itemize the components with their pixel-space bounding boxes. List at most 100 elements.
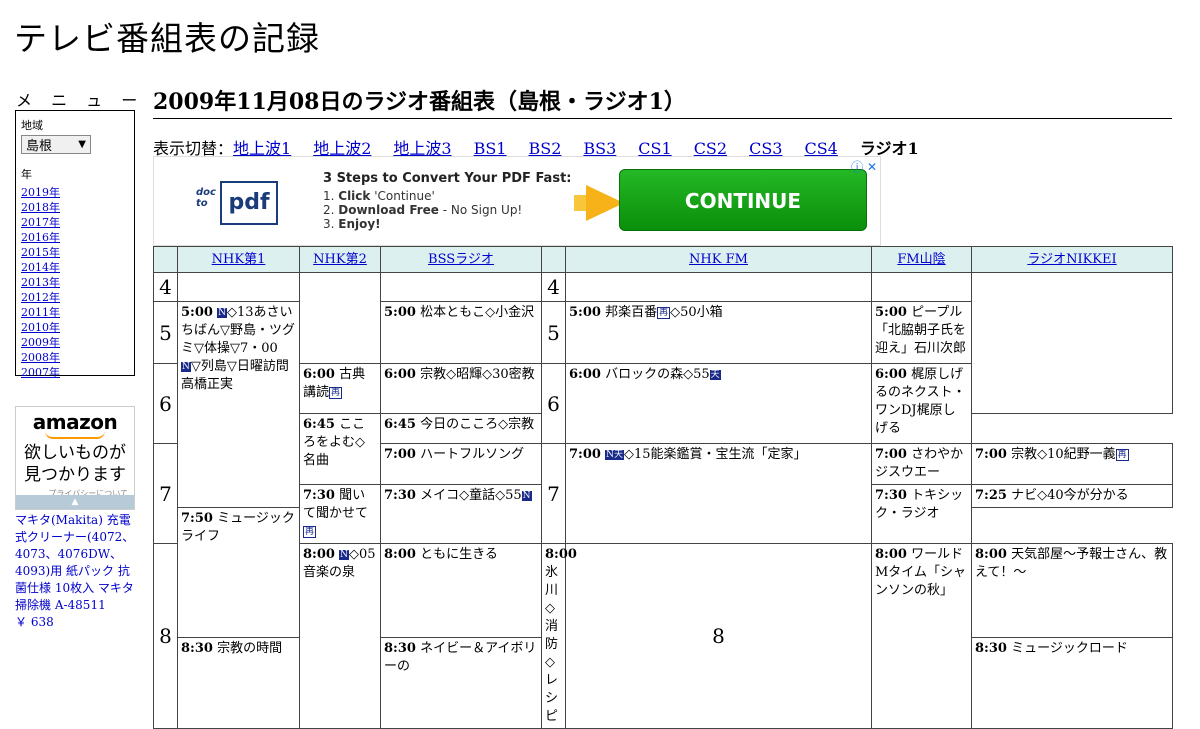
news-mark-icon: N bbox=[339, 550, 349, 560]
dropdown-arrow-icon: ▼ bbox=[78, 139, 86, 150]
hour-header bbox=[541, 246, 566, 273]
menu-box: 地域 島根 ▼ 年 2019年 2018年 2017年 2016年 2015年 … bbox=[15, 110, 135, 379]
menu-label: メ ニ ュ ー bbox=[16, 91, 145, 110]
logo-doc: doc bbox=[196, 187, 216, 198]
channel-header: FM山陰 bbox=[871, 246, 972, 273]
rerun-mark-icon: 再 bbox=[657, 307, 671, 319]
chevron-up-icon: ▲ bbox=[71, 497, 79, 507]
hour-cell: 5 bbox=[153, 301, 178, 364]
amazon-ad[interactable]: amazon 欲しいものが 見つかります プライバシーについて ▲ bbox=[15, 406, 135, 510]
hour-cell: 8 bbox=[565, 543, 872, 729]
news-mark-icon: N bbox=[521, 491, 532, 501]
amazon-logo: amazon bbox=[32, 410, 118, 434]
hour-cell: 6 bbox=[541, 363, 566, 444]
program-cell-empty bbox=[871, 272, 972, 302]
product-price: ￥ 638 bbox=[15, 615, 54, 629]
region-label: 地域 bbox=[21, 119, 43, 132]
ad-heading: 3 Steps to Convert Your PDF Fast: bbox=[323, 171, 572, 186]
program-cell: 7:30 トキシック・ラジオ bbox=[871, 484, 972, 544]
channel-link-fmsanin[interactable]: FM山陰 bbox=[897, 252, 945, 267]
program-cell: 5:00 N◇13あさいちばん▽野島・ツグミ▽体操▽7・00 N▽列島▽日曜訪問 … bbox=[177, 301, 302, 508]
product-link[interactable]: マキタ(Makita) 充電式クリーナー(4072、4073、4076DW、40… bbox=[15, 512, 140, 631]
news-mark-icon: N bbox=[181, 362, 191, 372]
news-mark-icon: N bbox=[217, 308, 227, 318]
program-cell: 8:00 ワールドMタイム「シャンソンの秋」 bbox=[871, 543, 972, 729]
year-link[interactable]: 2011年 bbox=[21, 305, 129, 320]
pdf-ad-banner[interactable]: doc to pdf 3 Steps to Convert Your PDF Fa… bbox=[153, 156, 881, 246]
channel-header: NHK FM bbox=[565, 246, 872, 273]
program-cell-empty bbox=[177, 272, 300, 302]
program-cell: 6:00 梶原しげるのネクスト・ワンDJ梶原しげる bbox=[871, 363, 972, 444]
program-cell-empty bbox=[299, 272, 381, 364]
channel-header: NHK第1 bbox=[177, 246, 300, 273]
rerun-mark-icon: 再 bbox=[303, 526, 317, 538]
product-title[interactable]: マキタ(Makita) 充電式クリーナー(4072、4073、4076DW、40… bbox=[15, 512, 140, 614]
region-select[interactable]: 島根 ▼ bbox=[21, 135, 91, 154]
program-cell: 6:00 バロックの森◇55天 bbox=[565, 363, 872, 444]
year-link[interactable]: 2018年 bbox=[21, 200, 129, 215]
program-cell: 6:00 古典講読再 bbox=[299, 363, 381, 414]
year-link[interactable]: 2007年 bbox=[21, 365, 129, 380]
program-cell: 5:00 邦楽百番再 ◇50小箱 bbox=[565, 301, 872, 364]
ad-collapse-bar[interactable]: ▲ bbox=[16, 495, 134, 509]
region-select-value: 島根 bbox=[26, 139, 53, 154]
site-title: テレビ番組表の記録 bbox=[14, 19, 320, 58]
program-cell: 7:30 メイコ◇童話◇55N bbox=[380, 484, 542, 544]
year-link[interactable]: 2012年 bbox=[21, 290, 129, 305]
year-link[interactable]: 2019年 bbox=[21, 185, 129, 200]
logo-pdf: pdf bbox=[220, 181, 278, 225]
logo-to: to bbox=[196, 198, 208, 209]
program-cell: 7:00 宗教◇10紀野一義再 bbox=[971, 443, 1173, 485]
program-grid: NHK第1 NHK第2 BSSラジオ NHK FM FM山陰 ラジオNIKKEI… bbox=[153, 246, 1173, 729]
year-link[interactable]: 2015年 bbox=[21, 245, 129, 260]
year-link[interactable]: 2009年 bbox=[21, 335, 129, 350]
year-list: 2019年 2018年 2017年 2016年 2015年 2014年 2013… bbox=[21, 185, 129, 380]
channel-link-nikkei[interactable]: ラジオNIKKEI bbox=[1027, 252, 1116, 267]
hour-cell: 4 bbox=[153, 272, 178, 302]
hour-cell: 8 bbox=[153, 543, 178, 729]
ad-tagline-2: 見つかります bbox=[24, 465, 126, 485]
program-cell: 8:00 天気部屋～予報士さん、教えて！～ bbox=[971, 542, 1173, 639]
continue-button[interactable]: CONTINUE bbox=[619, 169, 867, 231]
year-link[interactable]: 2014年 bbox=[21, 260, 129, 275]
program-cell: 7:00 さわやかジスウエー bbox=[871, 443, 972, 485]
program-cell: 8:30 宗教の時間 bbox=[177, 637, 300, 729]
year-link[interactable]: 2016年 bbox=[21, 230, 129, 245]
doctopdf-logo: doc to pdf bbox=[196, 179, 284, 227]
ad-step-1: 1. Click 'Continue' bbox=[323, 189, 435, 203]
program-cell: 7:00 ハートフルソング bbox=[380, 443, 542, 485]
channel-link-nhk2[interactable]: NHK第2 bbox=[313, 252, 367, 267]
rerun-mark-icon: 再 bbox=[1115, 449, 1129, 461]
adchoices-close-icon[interactable]: ⓘ ✕ bbox=[851, 158, 877, 175]
program-cell: 8:30 ネイビー＆アイボリーの bbox=[380, 637, 542, 729]
program-cell: 7:50 ミュージックライフ bbox=[177, 506, 300, 639]
hour-cell: 4 bbox=[541, 272, 566, 302]
ad-step-3: 3. Enjoy! bbox=[323, 217, 381, 231]
program-cell-empty bbox=[565, 272, 872, 302]
channel-header: ラジオNIKKEI bbox=[971, 246, 1173, 273]
program-cell: 8:00 N◇05音楽の泉 bbox=[299, 543, 381, 729]
year-link[interactable]: 2013年 bbox=[21, 275, 129, 290]
hour-cell: 5 bbox=[541, 301, 566, 364]
ad-tagline-1: 欲しいものが bbox=[24, 443, 126, 463]
program-cell-empty bbox=[380, 272, 542, 302]
channel-link-nhkfm[interactable]: NHK FM bbox=[689, 252, 748, 267]
program-cell: 8:30 ミュージックロード bbox=[971, 637, 1173, 729]
year-link[interactable]: 2010年 bbox=[21, 320, 129, 335]
year-link[interactable]: 2017年 bbox=[21, 215, 129, 230]
channel-link-nhk1[interactable]: NHK第1 bbox=[212, 252, 266, 267]
weather-mark-icon: 天 bbox=[709, 370, 721, 380]
hour-cell: 7 bbox=[541, 443, 566, 544]
ad-step-2: 2. Download Free - No Sign Up! bbox=[323, 203, 523, 217]
news-weather-mark-icon: N天 bbox=[605, 450, 624, 460]
channel-header: NHK第2 bbox=[299, 246, 381, 273]
year-link[interactable]: 2008年 bbox=[21, 350, 129, 365]
program-cell: 5:00 松本ともこ◇小金沢 bbox=[380, 301, 542, 364]
program-cell: 6:45 こころをよむ◇名曲 bbox=[299, 413, 381, 485]
channel-header: BSSラジオ bbox=[380, 246, 542, 273]
hour-cell: 7 bbox=[153, 443, 178, 544]
program-cell: 6:45 今日のこころ◇宗教 bbox=[380, 413, 542, 444]
program-cell: 6:00 宗教◇昭輝◇30密教 bbox=[380, 363, 542, 414]
hour-cell: 6 bbox=[153, 363, 178, 444]
channel-link-bss[interactable]: BSSラジオ bbox=[428, 252, 494, 267]
